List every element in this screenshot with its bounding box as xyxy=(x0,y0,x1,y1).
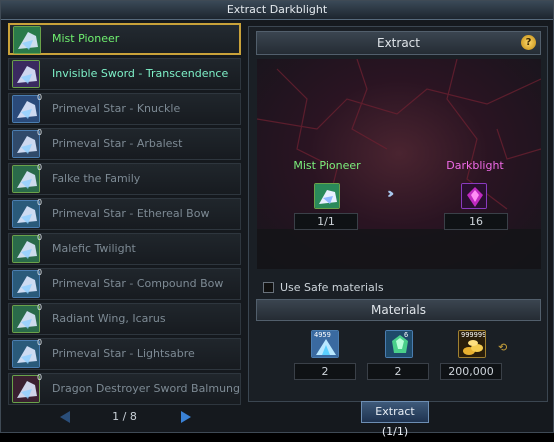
materials-header: Materials xyxy=(256,299,541,321)
primeval-star-lightsabre-icon xyxy=(12,340,40,368)
primeval-star-ethereal-bow-icon xyxy=(12,200,40,228)
item-count: 0 xyxy=(37,338,43,347)
list-item[interactable]: 0 Primeval Star - Lightsabre xyxy=(8,338,241,370)
list-item[interactable]: 0 Falke the Family xyxy=(8,163,241,195)
extract-panel: Extract ? Mist Pioneer Darkblight ››› 1/… xyxy=(248,26,548,402)
target-item-name: Darkblight xyxy=(446,159,504,172)
source-item-name: Mist Pioneer xyxy=(293,159,361,172)
item-count: 0 xyxy=(37,373,43,382)
material-3-amount: 200,000 xyxy=(440,363,502,380)
item-count: 0 xyxy=(37,268,43,277)
list-item[interactable]: 0 Malefic Twilight xyxy=(8,233,241,265)
list-item[interactable]: 0 Radiant Wing, Icarus xyxy=(8,303,241,335)
swap-icon[interactable]: ⟲ xyxy=(498,341,507,354)
darkblight-slot-icon[interactable] xyxy=(461,183,487,209)
list-item[interactable]: 0 Dragon Destroyer Sword Balmung xyxy=(8,373,241,405)
radiant-wing-icon xyxy=(12,305,40,333)
target-quantity: 16 xyxy=(444,213,508,230)
item-count: 0 xyxy=(37,163,43,172)
dragon-destroyer-sword-icon xyxy=(12,375,40,403)
safe-materials-label: Use Safe materials xyxy=(280,281,384,294)
extract-preview: Mist Pioneer Darkblight ››› 1/1 16 xyxy=(257,59,541,269)
material-2-amount: 2 xyxy=(367,363,429,380)
item-count: 0 xyxy=(37,128,43,137)
malefic-twilight-icon xyxy=(12,235,40,263)
next-page-arrow-icon[interactable] xyxy=(181,411,191,423)
material-gem-icon[interactable]: 6 xyxy=(385,330,413,358)
item-label: Mist Pioneer xyxy=(52,32,120,45)
list-item[interactable]: 0 Primeval Star - Ethereal Bow xyxy=(8,198,241,230)
primeval-star-compound-bow-icon xyxy=(12,270,40,298)
list-item[interactable]: Mist Pioneer xyxy=(8,23,241,55)
list-item[interactable]: 0 Primeval Star - Knuckle xyxy=(8,93,241,125)
item-count: 0 xyxy=(37,198,43,207)
item-label: Dragon Destroyer Sword Balmung xyxy=(52,382,241,395)
primeval-star-knuckle-icon xyxy=(12,95,40,123)
primeval-star-arbalest-icon xyxy=(12,130,40,158)
list-item[interactable]: 0 Primeval Star - Arbalest xyxy=(8,128,241,160)
material-crystal-icon[interactable]: 4959 xyxy=(311,330,339,358)
source-quantity: 1/1 xyxy=(294,213,358,230)
extract-window: Extract Darkblight Mist Pioneer Invisible… xyxy=(0,0,554,438)
item-label: Primeval Star - Compound Bow xyxy=(52,277,224,290)
mist-pioneer-icon xyxy=(13,26,41,54)
item-label: Falke the Family xyxy=(52,172,141,185)
item-count: 0 xyxy=(37,233,43,242)
item-label: Primeval Star - Lightsabre xyxy=(52,347,195,360)
extract-button[interactable]: Extract (1/1) xyxy=(361,401,429,438)
safe-materials-checkbox[interactable] xyxy=(263,282,274,293)
item-label: Primeval Star - Knuckle xyxy=(52,102,181,115)
page-indicator: 1 / 8 xyxy=(112,410,137,423)
item-list: Mist Pioneer Invisible Sword - Transcende… xyxy=(8,23,241,408)
extract-header-label: Extract xyxy=(377,36,420,50)
material-1-amount: 2 xyxy=(294,363,356,380)
material-3-stock: 9999999 xyxy=(461,331,486,339)
arrow-right-icon: ››› xyxy=(387,186,395,202)
material-1-stock: 4959 xyxy=(314,331,331,339)
item-label: Primeval Star - Arbalest xyxy=(52,137,183,150)
item-count: 0 xyxy=(37,303,43,312)
pager: 1 / 8 xyxy=(8,406,241,428)
gold-coins-icon[interactable]: 9999999 xyxy=(458,330,486,358)
extract-header: Extract ? xyxy=(256,31,541,55)
list-item[interactable]: 0 Primeval Star - Compound Bow xyxy=(8,268,241,300)
list-item[interactable]: Invisible Sword - Transcendence xyxy=(8,58,241,90)
item-label: Primeval Star - Ethereal Bow xyxy=(52,207,210,220)
material-2-stock: 6 xyxy=(404,331,409,339)
falke-icon xyxy=(12,165,40,193)
mist-pioneer-slot-icon[interactable] xyxy=(314,183,340,209)
item-label: Malefic Twilight xyxy=(52,242,136,255)
help-icon[interactable]: ? xyxy=(521,35,536,50)
window-title[interactable]: Extract Darkblight xyxy=(1,1,553,20)
item-label: Invisible Sword - Transcendence xyxy=(52,67,229,80)
item-count: 0 xyxy=(37,93,43,102)
invisible-sword-icon xyxy=(12,60,40,88)
item-label: Radiant Wing, Icarus xyxy=(52,312,166,325)
